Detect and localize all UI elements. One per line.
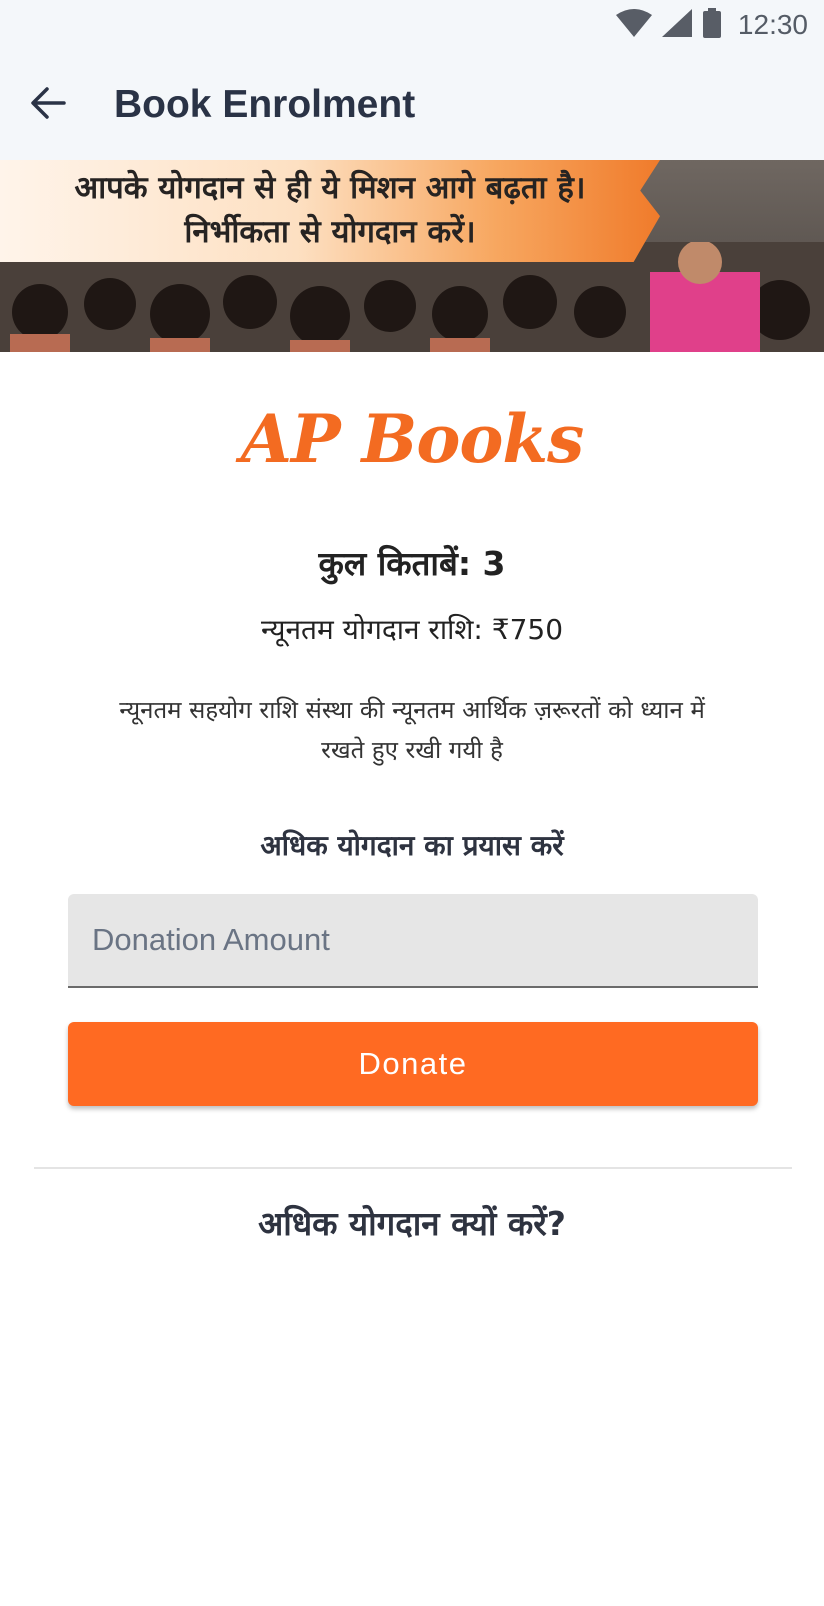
battery-icon bbox=[702, 8, 722, 42]
donate-button[interactable]: Donate bbox=[68, 1022, 758, 1106]
status-time: 12:30 bbox=[737, 9, 808, 40]
page-title: Book Enrolment bbox=[114, 83, 416, 126]
why-contribute-heading: अधिक योगदान क्यों करें? bbox=[258, 1204, 566, 1243]
banner-line-1: आपके योगदान से ही ये मिशन आगे बढ़ता है। bbox=[74, 170, 586, 206]
minimum-amount-label: न्यूनतम योगदान राशि: ₹750 bbox=[260, 613, 564, 646]
arrow-left-icon bbox=[30, 86, 66, 124]
banner-line-2: निर्भीकता से योगदान करें। bbox=[184, 214, 476, 250]
status-bar: 12:30 bbox=[0, 0, 824, 50]
brand-logo-text: AP Books bbox=[240, 400, 585, 478]
signal-icon bbox=[661, 9, 692, 41]
donation-amount-field[interactable] bbox=[68, 894, 758, 988]
total-books-label: कुल किताबें: 3 bbox=[318, 544, 506, 583]
back-button[interactable] bbox=[18, 75, 78, 135]
donation-banner: आपके योगदान से ही ये मिशन आगे बढ़ता है। … bbox=[0, 160, 824, 352]
donation-amount-input[interactable] bbox=[68, 894, 758, 986]
wifi-icon bbox=[615, 9, 652, 41]
divider bbox=[34, 1167, 792, 1169]
app-bar: Book Enrolment bbox=[0, 50, 824, 160]
minimum-amount-note: न्यूनतम सहयोग राशि संस्था की न्यूनतम आर्… bbox=[119, 696, 705, 764]
contribute-more-prompt: अधिक योगदान का प्रयास करें bbox=[260, 829, 564, 862]
status-icons: 12:30 bbox=[615, 8, 808, 42]
